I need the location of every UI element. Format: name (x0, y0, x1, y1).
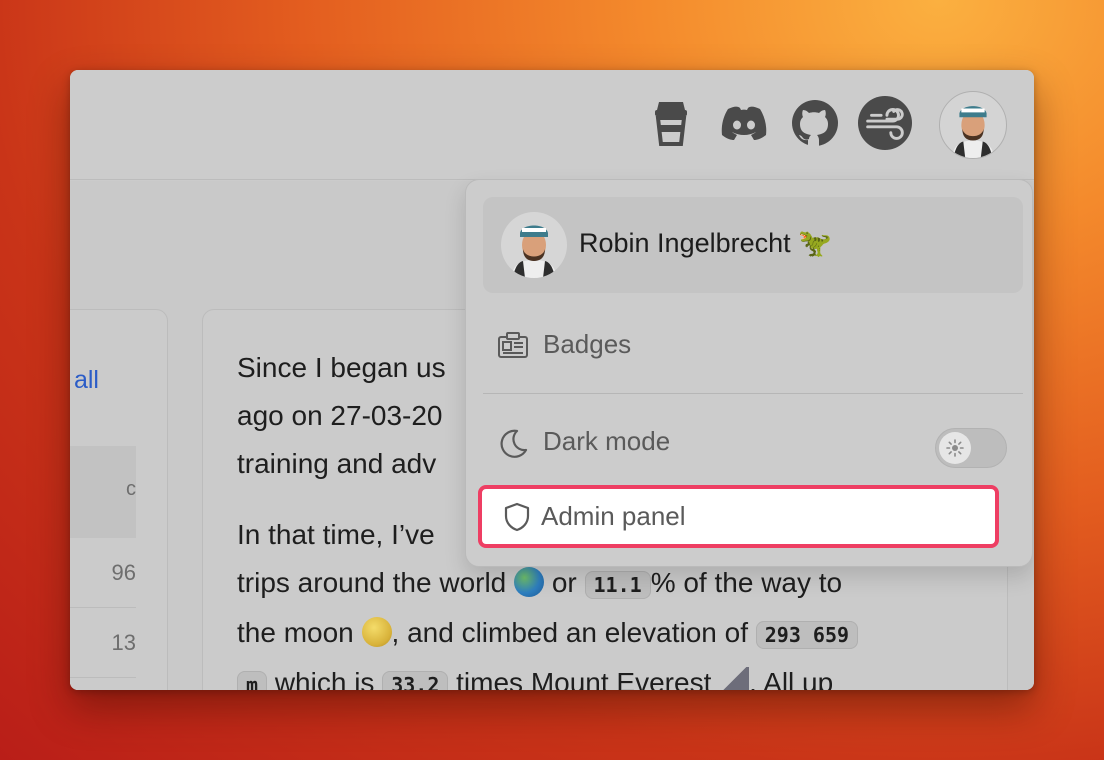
stats-text: or (551, 567, 577, 598)
stats-line: m which is 33.2 times Mount Everest . Al… (237, 659, 957, 690)
menu-divider (483, 393, 1023, 394)
stat-value: 33.2 (382, 671, 449, 690)
stats-text: times Mount Everest (456, 667, 712, 690)
user-dropdown-menu: Robin Ingelbrecht 🦖 Badges Dark mode Adm… (465, 179, 1033, 567)
table-row: 96 (70, 538, 136, 608)
stat-value: m (237, 671, 268, 690)
stat-value: 11.1 (584, 571, 651, 599)
mountain-icon (719, 667, 750, 690)
stats-text: the moon (237, 617, 354, 648)
menu-item-label: Admin panel (541, 501, 686, 531)
stats-text: , and climbed an elevation of (391, 617, 748, 648)
top-bar (70, 70, 1034, 180)
table-row: 13 (70, 608, 136, 678)
profile-name: Robin Ingelbrecht 🦖 (579, 228, 832, 258)
table-header-label: c (126, 478, 136, 500)
discord-icon[interactable] (717, 96, 771, 150)
table-cell: 96 (111, 560, 136, 585)
stats-text: which is (274, 667, 375, 690)
stats-text: % of the way to (650, 567, 843, 598)
menu-item-label: Badges (543, 329, 632, 359)
sun-icon (946, 439, 964, 457)
menu-item-badges[interactable]: Badges (483, 309, 1023, 381)
github-icon[interactable] (788, 96, 842, 150)
wind-icon[interactable] (858, 96, 912, 150)
shield-icon (504, 502, 530, 532)
dark-mode-toggle[interactable] (935, 428, 1007, 468)
menu-item-label: Dark mode (543, 426, 671, 456)
profile-item[interactable]: Robin Ingelbrecht 🦖 (483, 197, 1023, 293)
app-window: v all c 96 13 Since I began us ago on 27… (70, 70, 1034, 690)
profile-avatar (501, 212, 567, 278)
stats-line: the moon , and climbed an elevation of 2… (237, 609, 957, 659)
stats-text: In that time, I’ve (237, 519, 435, 550)
table-cell: 13 (111, 630, 136, 655)
stat-value: 293 659 (755, 621, 859, 649)
globe-icon (514, 567, 545, 597)
left-card: v all c 96 13 (70, 309, 168, 690)
menu-item-dark-mode[interactable]: Dark mode (483, 406, 1023, 478)
stats-text: . All up (749, 667, 834, 690)
toggle-knob (939, 432, 971, 464)
avatar[interactable] (939, 91, 1007, 159)
view-all-link[interactable]: v all (70, 366, 99, 395)
cup-icon[interactable] (644, 96, 698, 150)
stats-text: trips around the world (237, 567, 507, 598)
moon-emoji-icon (361, 617, 392, 647)
menu-item-admin-panel[interactable]: Admin panel (478, 485, 999, 548)
id-card-icon (498, 332, 528, 358)
moon-icon (500, 429, 528, 458)
table-header: c (70, 446, 136, 538)
